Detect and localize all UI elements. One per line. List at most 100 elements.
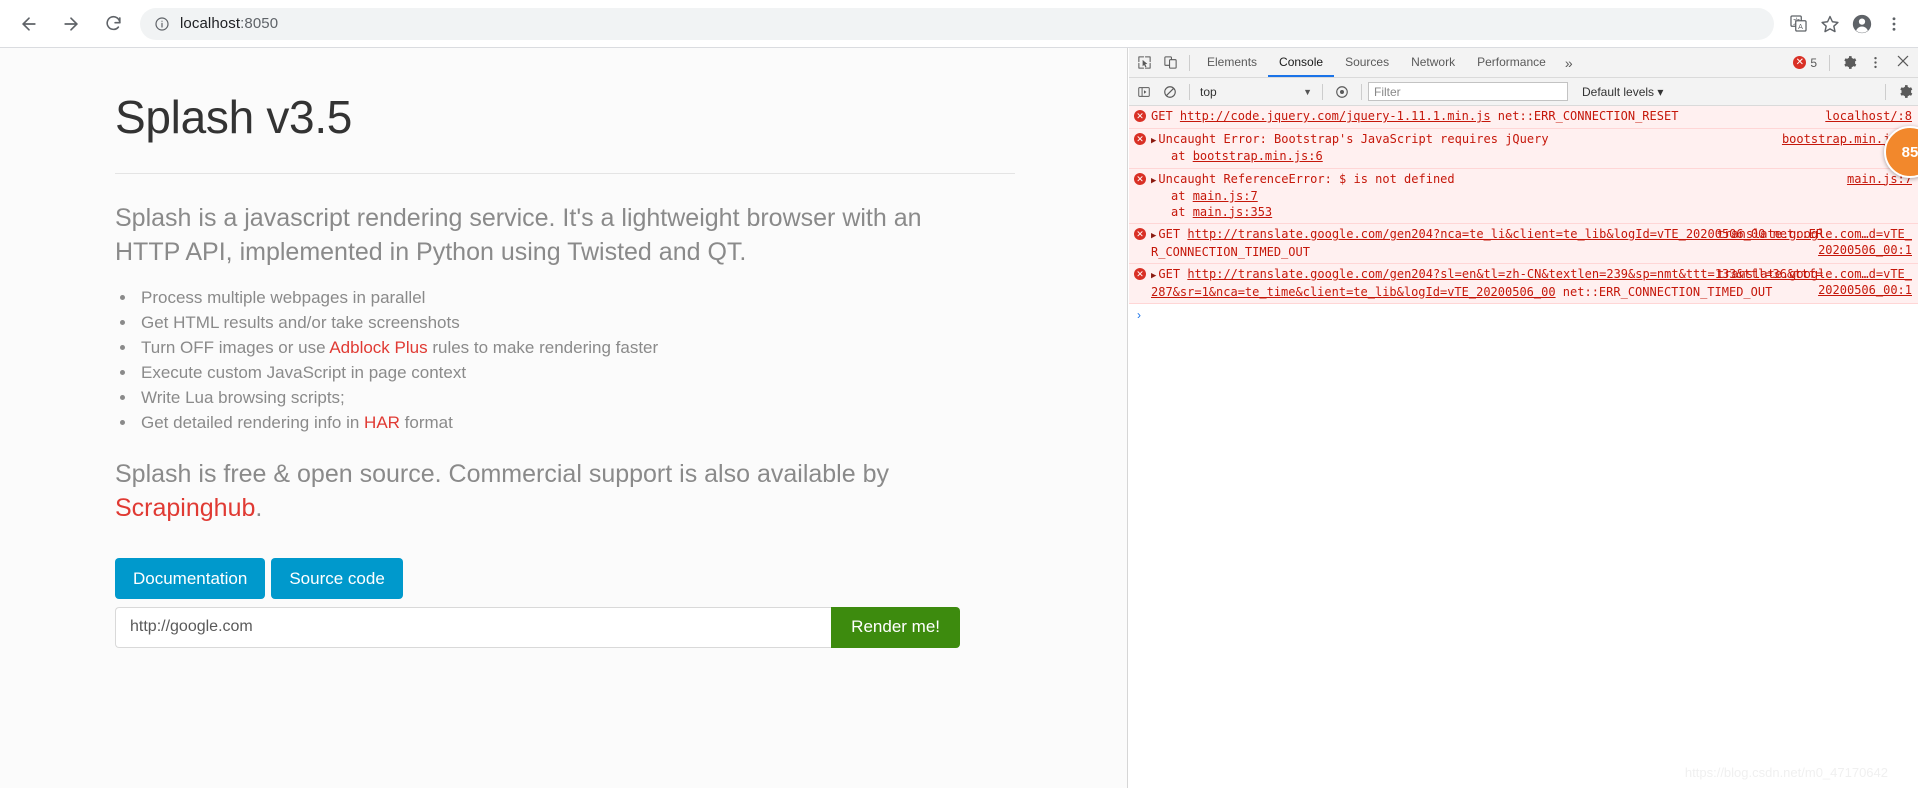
console-stack-line: at main.js:7: [1171, 189, 1258, 203]
log-levels-dropdown[interactable]: Default levels ▾: [1582, 85, 1663, 99]
stack-frame-link[interactable]: main.js:353: [1193, 205, 1272, 219]
devtools-tab-network[interactable]: Network: [1400, 48, 1466, 77]
expand-triangle-icon[interactable]: ▶: [1151, 271, 1156, 281]
feature-text: Write Lua browsing scripts;: [141, 388, 345, 408]
render-me-button[interactable]: Render me!: [831, 606, 960, 648]
error-badge-icon: ✕: [1134, 110, 1146, 122]
expand-triangle-icon[interactable]: ▶: [1151, 231, 1156, 241]
console-message-text: GET http://code.jquery.com/jquery-1.11.1…: [1151, 109, 1679, 123]
console-stack-line: at bootstrap.min.js:6: [1171, 149, 1323, 163]
stack-frame-link[interactable]: main.js:7: [1193, 189, 1258, 203]
console-message[interactable]: ✕ GET http://code.jquery.com/jquery-1.11.…: [1129, 106, 1918, 129]
device-toolbar-icon[interactable]: [1157, 50, 1183, 76]
devtools-tab-sources[interactable]: Sources: [1334, 48, 1400, 77]
console-message[interactable]: ✕ ▶ Uncaught ReferenceError: $ is not defi…: [1129, 168, 1918, 224]
devtools-menu-icon[interactable]: [1862, 50, 1888, 76]
error-badge-icon: ✕: [1134, 268, 1146, 280]
stack-frame-link[interactable]: bootstrap.min.js:6: [1193, 149, 1323, 163]
back-button[interactable]: [12, 7, 46, 41]
profile-avatar-icon[interactable]: [1846, 8, 1878, 40]
address-bar[interactable]: localhost:8050: [140, 7, 1774, 40]
clear-console-icon[interactable]: [1157, 79, 1183, 105]
devtools-settings-gear-icon[interactable]: [1836, 50, 1862, 76]
live-expression-icon[interactable]: [1329, 79, 1355, 105]
devtools-tabbar: Elements Console Sources Network Performance…: [1129, 48, 1918, 78]
feature-list-item: Process multiple webpages in parallel: [137, 285, 1010, 310]
feature-link[interactable]: HAR: [364, 413, 400, 432]
console-message-list[interactable]: ✕ GET http://code.jquery.com/jquery-1.11.…: [1129, 106, 1918, 788]
console-message[interactable]: ✕ ▶ Uncaught Error: Bootstrap's JavaScript…: [1129, 128, 1918, 169]
console-stack-line: at main.js:353: [1171, 204, 1273, 219]
title-divider: [115, 172, 1015, 174]
closing-paragraph: Splash is free & open source. Commercial…: [115, 457, 915, 526]
filterbar-divider-3: [1361, 83, 1362, 100]
devtools-tab-elements[interactable]: Elements: [1196, 48, 1268, 77]
error-icon: ✕: [1129, 267, 1151, 300]
devtools-tab-console[interactable]: Console: [1268, 48, 1335, 77]
url-input[interactable]: [115, 606, 832, 648]
toolbar-actions: 文 A: [1782, 8, 1910, 40]
console-message-source[interactable]: translate.google.com…d=vTE_20200506_00:1: [1712, 227, 1912, 258]
error-icon: ✕: [1129, 227, 1151, 260]
console-message-source[interactable]: translate.google.com…d=vTE_20200506_00:1: [1712, 267, 1912, 298]
bookmark-star-icon[interactable]: [1814, 8, 1846, 40]
more-tabs-icon[interactable]: »: [1557, 55, 1581, 71]
source-code-button[interactable]: Source code: [271, 557, 403, 599]
feature-list-item: Turn OFF images or use Adblock Plus rule…: [137, 335, 1010, 360]
url-port: :8050: [240, 15, 279, 32]
arrow-right-icon: [64, 16, 78, 31]
reload-icon: [105, 15, 121, 31]
action-button-row: Documentation Source code: [115, 557, 1010, 599]
devtools-close-icon[interactable]: [1888, 53, 1918, 73]
prompt-arrow-icon: ›: [1137, 308, 1141, 322]
error-count-badge[interactable]: ✕ 5: [1793, 56, 1817, 70]
filterbar-divider-2: [1322, 83, 1323, 100]
documentation-button[interactable]: Documentation: [115, 557, 266, 599]
console-message-body: GET http://code.jquery.com/jquery-1.11.1…: [1151, 109, 1918, 125]
expand-triangle-icon[interactable]: ▶: [1151, 136, 1156, 146]
devtools-tab-performance[interactable]: Performance: [1466, 48, 1557, 77]
console-filter-bar: top ▼ Filter Default levels ▾: [1129, 78, 1918, 106]
console-filter-input[interactable]: Filter: [1368, 82, 1568, 101]
feature-text-post: rules to make rendering faster: [427, 338, 659, 358]
console-message-link[interactable]: http://translate.google.com/gen204?nca=t…: [1187, 227, 1765, 241]
console-sidebar-icon[interactable]: [1131, 79, 1157, 105]
error-icon: ✕: [1129, 172, 1151, 221]
error-badge-icon: ✕: [1134, 132, 1146, 145]
translate-icon[interactable]: 文 A: [1782, 8, 1814, 40]
page-viewport: Splash v3.5 Splash is a javascript rende…: [0, 48, 1128, 788]
url-host: localhost: [180, 15, 241, 32]
forward-button[interactable]: [54, 7, 88, 41]
reload-button[interactable]: [96, 7, 130, 41]
site-info-icon[interactable]: [154, 16, 170, 32]
chrome-menu-icon[interactable]: [1878, 8, 1910, 40]
browser-toolbar: localhost:8050 文 A: [0, 0, 1918, 48]
svg-text:A: A: [1798, 23, 1803, 31]
console-prompt[interactable]: ›: [1129, 304, 1918, 326]
expand-triangle-icon[interactable]: ▶: [1151, 176, 1156, 186]
console-message-text: ▶ Uncaught Error: Bootstrap's JavaScript …: [1151, 131, 1549, 146]
console-message[interactable]: ✕ ▶ GET http://translate.google.com/gen204…: [1129, 264, 1918, 304]
scrapinghub-link[interactable]: Scrapinghub: [115, 494, 255, 522]
closing-text-post: .: [255, 494, 263, 523]
arrow-left-icon: [22, 16, 36, 31]
console-message[interactable]: ✕ ▶ GET http://translate.google.com/gen204…: [1129, 224, 1918, 264]
feature-list-item: Write Lua browsing scripts;: [137, 385, 1010, 410]
console-message-source[interactable]: localhost/:8: [1825, 109, 1912, 125]
devtools-panel: Elements Console Sources Network Performance…: [1129, 48, 1918, 788]
console-message-body: ▶ Uncaught ReferenceError: $ is not defin…: [1151, 172, 1918, 221]
feature-link[interactable]: Adblock Plus: [329, 338, 427, 357]
execution-context-select[interactable]: top ▼: [1196, 82, 1316, 102]
feature-text: Turn OFF images or use: [141, 338, 330, 358]
feature-list-item: Get detailed rendering info in HAR forma…: [137, 410, 1010, 435]
inspect-element-icon[interactable]: [1131, 50, 1157, 76]
address-bar-url: localhost:8050: [180, 15, 278, 32]
closing-text-pre: Splash is free & open source. Commercial…: [115, 460, 889, 489]
console-settings-gear-icon[interactable]: [1892, 79, 1918, 105]
console-message-link[interactable]: http://code.jquery.com/jquery-1.11.1.min…: [1180, 109, 1491, 123]
chevron-down-icon: ▼: [1303, 86, 1312, 97]
error-badge-icon: ✕: [1134, 228, 1146, 240]
feature-list: Process multiple webpages in parallel Get…: [137, 285, 1010, 435]
error-dot-icon: ✕: [1793, 56, 1807, 69]
devtools-tab-list: Elements Console Sources Network Performance: [1196, 48, 1557, 77]
